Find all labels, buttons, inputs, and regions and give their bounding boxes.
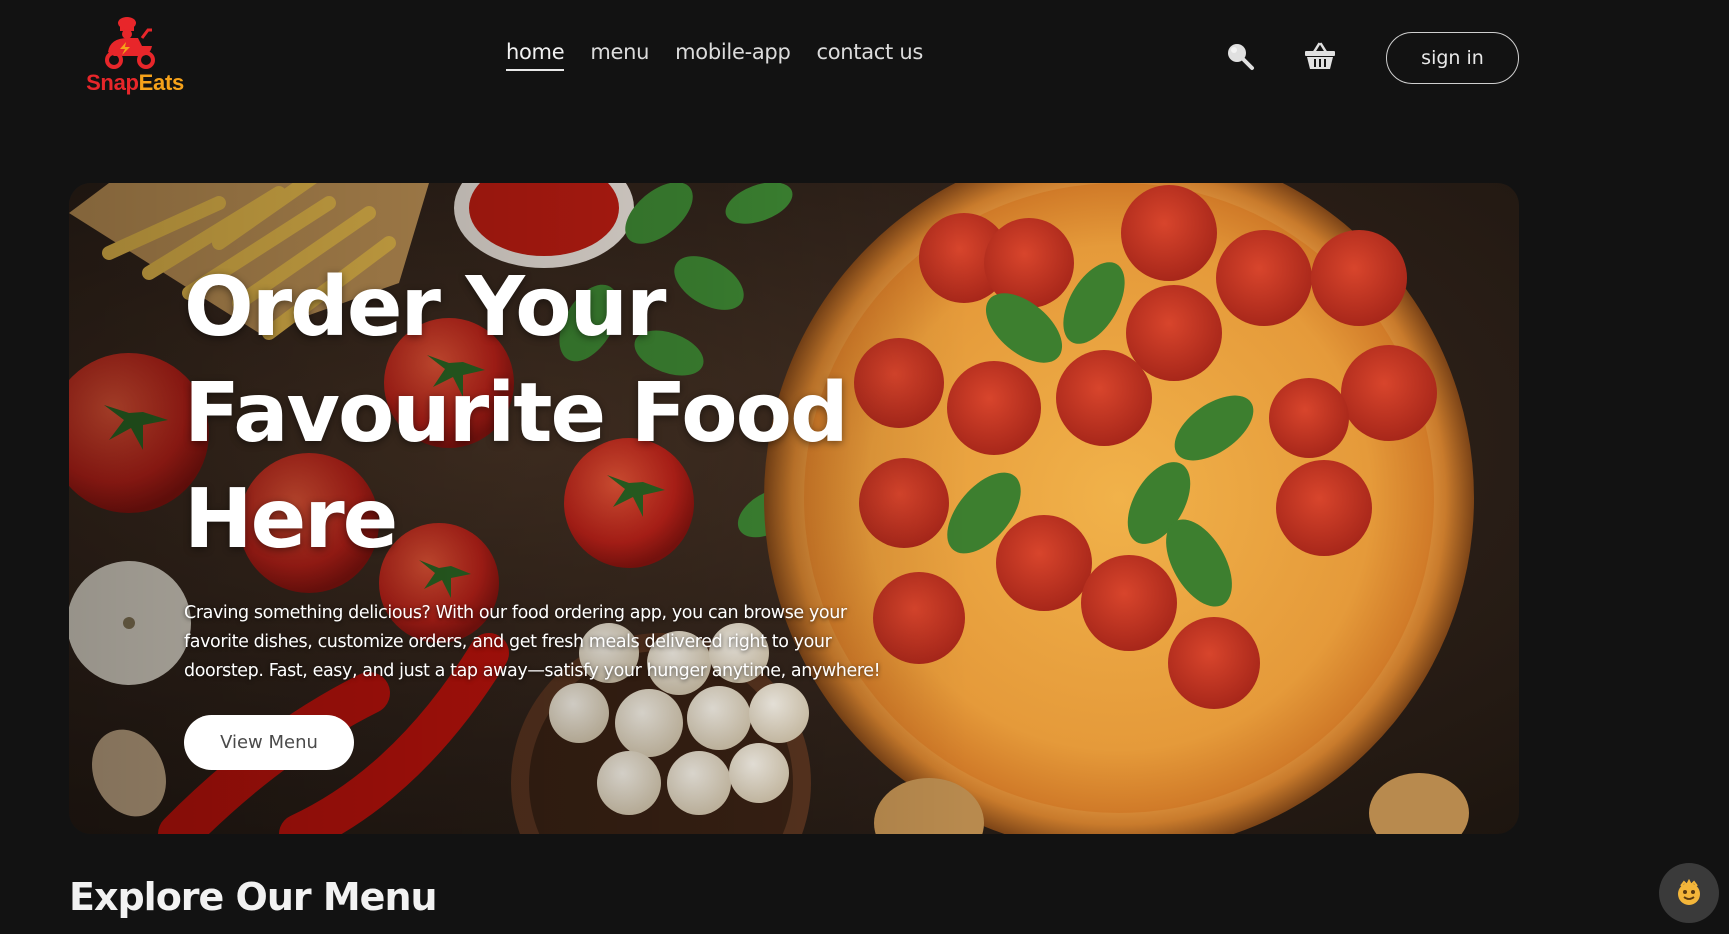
brand-name: SnapEats [80, 70, 190, 96]
brand-name-part2: Eats [138, 70, 185, 95]
nav-link-menu[interactable]: menu [590, 40, 649, 69]
explore-menu-title: Explore Our Menu [69, 875, 438, 919]
basket-button[interactable] [1302, 38, 1338, 74]
chatbot-button[interactable] [1659, 863, 1719, 923]
search-button[interactable] [1222, 38, 1258, 74]
hero-banner: Order Your Favourite Food Here Craving s… [69, 183, 1519, 834]
sign-in-button[interactable]: sign in [1386, 32, 1519, 84]
nav-link-mobile-app[interactable]: mobile-app [675, 40, 791, 69]
hero-title-line1: Order Your [184, 260, 666, 355]
main-menu: home menu mobile-app contact us [506, 40, 923, 76]
top-navbar: SnapEats home menu mobile-app contact us… [0, 0, 1729, 115]
view-menu-button[interactable]: View Menu [184, 715, 354, 770]
chatbot-face-icon [1678, 879, 1700, 905]
brand-logo[interactable]: SnapEats [80, 12, 190, 102]
nav-link-home[interactable]: home [506, 40, 565, 71]
hero-title-line3: Here [184, 472, 398, 567]
hero-description: Craving something delicious? With our fo… [184, 603, 881, 681]
scooter-chef-icon [105, 17, 155, 69]
brand-name-part1: Snap [86, 70, 139, 95]
hero-title-line2: Favourite Food [184, 366, 849, 461]
search-icon [1228, 44, 1254, 70]
nav-link-contact-us[interactable]: contact us [816, 40, 923, 69]
hero-title: Order Your Favourite Food Here [184, 255, 884, 573]
basket-icon [1305, 42, 1335, 69]
